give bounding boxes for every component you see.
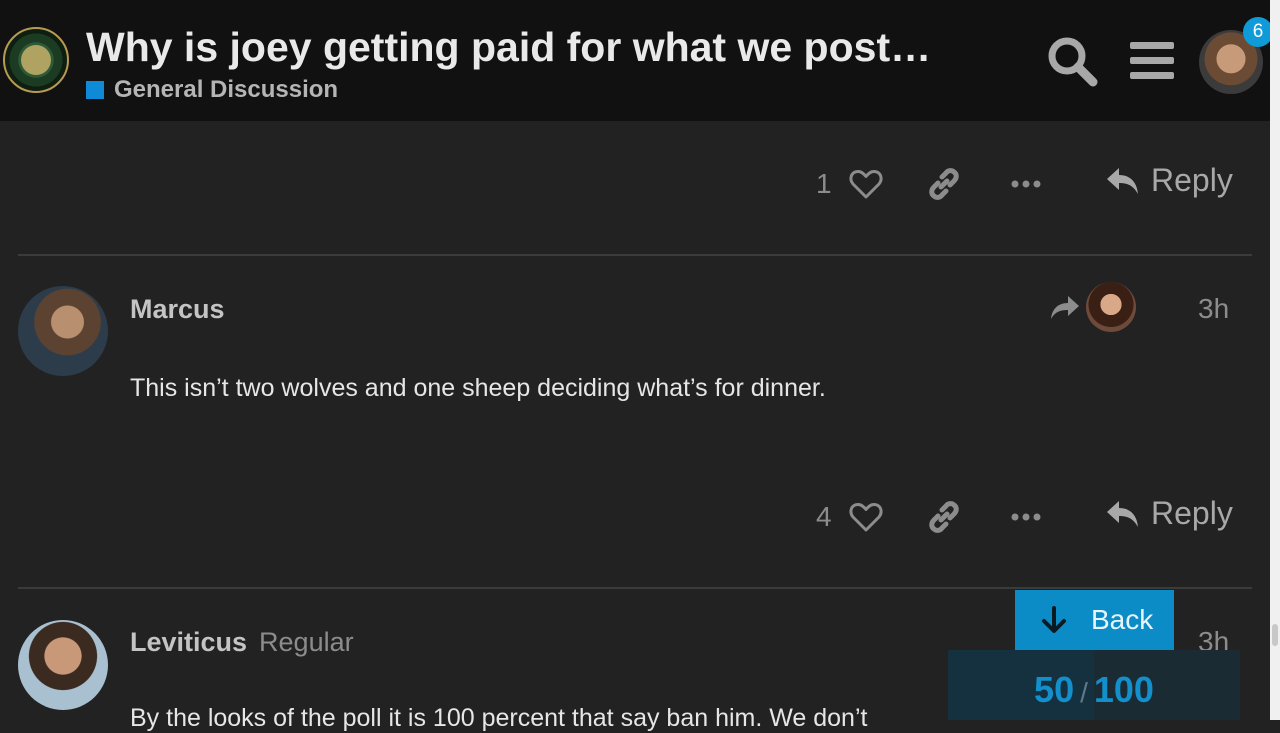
post-actions: 1 Reply (0, 158, 1250, 208)
progress-counter: 50/100 (948, 650, 1240, 733)
category-badge[interactable]: General Discussion (86, 76, 338, 104)
hamburger-menu-icon[interactable] (1125, 34, 1179, 88)
arrow-down-icon (1042, 606, 1066, 633)
username-text[interactable]: Leviticus (130, 627, 247, 657)
post-body: This isn’t two wolves and one sheep deci… (130, 374, 826, 402)
post-actions: 4 Reply (0, 491, 1250, 541)
avatar[interactable] (18, 286, 108, 376)
more-options-icon[interactable] (1008, 499, 1044, 535)
reply-to-user-avatar[interactable] (1086, 282, 1136, 332)
like-count[interactable]: 1 (816, 168, 832, 200)
post-time[interactable]: 3h (1198, 293, 1229, 325)
reply-button[interactable]: Reply (1105, 162, 1233, 199)
reply-button[interactable]: Reply (1105, 495, 1233, 532)
reply-arrow-icon (1107, 500, 1138, 527)
progress-current: 50 (1034, 669, 1075, 710)
progress-separator: / (1080, 677, 1088, 708)
post-username[interactable]: Marcus (130, 294, 225, 325)
post-divider (18, 587, 1252, 589)
category-label: General Discussion (114, 76, 339, 103)
link-icon[interactable] (926, 166, 962, 202)
avatar[interactable] (18, 620, 108, 710)
reply-arrow-icon (1107, 167, 1138, 194)
post-username[interactable]: Leviticus Regular (130, 627, 354, 658)
user-title: Regular (259, 627, 354, 657)
category-color-swatch (86, 81, 104, 99)
post-body: By the looks of the poll it is 100 perce… (130, 704, 868, 732)
reply-label: Reply (1151, 495, 1233, 531)
heart-icon[interactable] (848, 499, 884, 535)
back-label: Back (1091, 604, 1154, 635)
site-logo[interactable] (3, 27, 69, 93)
like-count[interactable]: 4 (816, 501, 832, 533)
post-divider (18, 254, 1252, 256)
notification-badge[interactable]: 6 (1243, 17, 1273, 47)
site-header: Why is joey getting paid for what we pos… (0, 0, 1273, 121)
more-options-icon[interactable] (1008, 166, 1044, 202)
scrollbar-thumb[interactable] (1272, 624, 1278, 646)
progress-total: 100 (1093, 669, 1154, 710)
reply-to-arrow-icon[interactable] (1048, 290, 1082, 324)
topic-progress[interactable]: 50/100 (948, 650, 1240, 720)
search-icon[interactable] (1045, 34, 1099, 88)
heart-icon[interactable] (848, 166, 884, 202)
reply-label: Reply (1151, 162, 1233, 198)
eagle-emblem-icon (21, 45, 51, 75)
back-button[interactable]: Back (1015, 590, 1174, 650)
scrollbar[interactable] (1270, 0, 1280, 720)
link-icon[interactable] (926, 499, 962, 535)
topic-title[interactable]: Why is joey getting paid for what we pos… (86, 24, 931, 71)
